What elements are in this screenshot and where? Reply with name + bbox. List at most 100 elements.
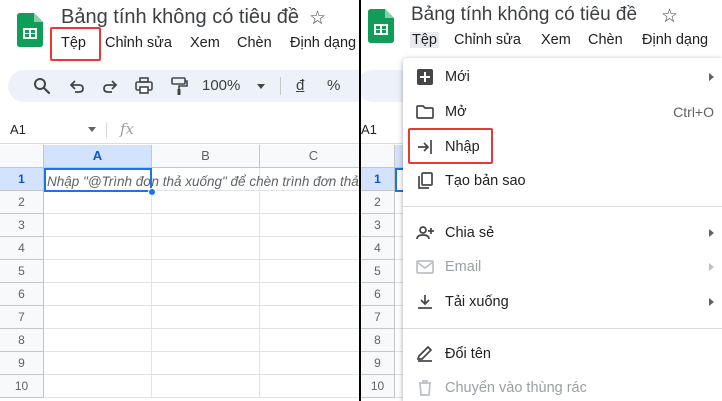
grid-cell[interactable] — [152, 352, 260, 375]
menu-edit[interactable]: Chỉnh sửa — [454, 32, 521, 48]
row-header[interactable]: 6 — [361, 283, 395, 306]
grid-cell[interactable] — [44, 329, 152, 352]
grid-cell[interactable] — [152, 283, 260, 306]
grid-cell[interactable] — [260, 329, 359, 352]
shortcut-text: Ctrl+O — [673, 104, 714, 120]
grid-cell[interactable] — [152, 214, 260, 237]
active-cell-selection[interactable] — [44, 168, 152, 192]
menu-view[interactable]: Xem — [190, 35, 220, 51]
rename-icon — [415, 344, 435, 364]
row-header[interactable]: 10 — [0, 375, 44, 398]
row-header[interactable]: 8 — [361, 329, 395, 352]
row-header[interactable]: 6 — [0, 283, 44, 306]
grid-cell[interactable] — [44, 214, 152, 237]
row-header[interactable]: 8 — [0, 329, 44, 352]
grid-cell[interactable] — [260, 237, 359, 260]
zoom-dropdown-icon[interactable] — [257, 84, 265, 89]
grid-cell[interactable] — [260, 214, 359, 237]
name-box[interactable]: A1 — [10, 122, 26, 137]
menu-item-download[interactable]: Tải xuống — [403, 286, 722, 318]
row-header[interactable]: 10 — [361, 375, 395, 398]
row-header[interactable]: 4 — [0, 237, 44, 260]
menu-view[interactable]: Xem — [541, 32, 571, 48]
row-header[interactable]: 3 — [361, 214, 395, 237]
grid-cell[interactable] — [44, 260, 152, 283]
row-header[interactable]: 3 — [0, 214, 44, 237]
corner-header[interactable] — [361, 145, 395, 168]
row-header[interactable]: 1 — [361, 168, 395, 191]
row-header[interactable]: 5 — [0, 260, 44, 283]
star-icon[interactable]: ☆ — [661, 5, 678, 28]
name-box[interactable]: A1 — [361, 122, 377, 137]
menu-insert[interactable]: Chèn — [588, 32, 623, 48]
row-header[interactable]: 2 — [361, 191, 395, 214]
grid-cell[interactable] — [44, 237, 152, 260]
row-header[interactable]: 2 — [0, 191, 44, 214]
menu-file[interactable]: Tệp — [410, 32, 439, 48]
grid-cell[interactable] — [260, 283, 359, 306]
grid-cell[interactable] — [152, 306, 260, 329]
paint-format-icon[interactable] — [169, 76, 189, 96]
grid-cell[interactable] — [260, 306, 359, 329]
column-header-c[interactable]: C — [260, 145, 359, 168]
grid-cell[interactable] — [260, 260, 359, 283]
grid-cell[interactable] — [152, 237, 260, 260]
grid-cell[interactable] — [44, 306, 152, 329]
grid-cell[interactable] — [44, 352, 152, 375]
row-header[interactable]: 4 — [361, 237, 395, 260]
grid-cell[interactable] — [152, 260, 260, 283]
menu-item-label: Email — [445, 259, 482, 275]
menu-bar: Tệp Chỉnh sửa Xem Chèn Định dạng — [361, 32, 722, 52]
menu-insert[interactable]: Chèn — [237, 35, 272, 51]
grid-cell[interactable] — [152, 329, 260, 352]
fill-handle[interactable] — [148, 188, 156, 196]
menu-item-email[interactable]: Email — [403, 251, 722, 283]
menu-item-make-copy[interactable]: Tạo bản sao — [403, 165, 722, 197]
grid-cell[interactable] — [152, 191, 260, 214]
menu-format[interactable]: Định dạng — [290, 35, 356, 51]
grid-cell[interactable] — [44, 375, 152, 398]
column-header-a[interactable]: A — [44, 145, 152, 168]
row-header[interactable]: 7 — [361, 306, 395, 329]
row-header[interactable]: 5 — [361, 260, 395, 283]
copy-icon — [415, 171, 435, 191]
menu-item-label: Mới — [445, 69, 470, 85]
submenu-arrow-icon — [709, 229, 714, 237]
document-title[interactable]: Bảng tính không có tiêu đề — [411, 4, 637, 26]
undo-icon[interactable] — [67, 76, 87, 96]
zoom-select[interactable]: 100% — [202, 77, 240, 94]
name-box-dropdown-icon[interactable] — [88, 127, 96, 132]
menu-format[interactable]: Định dạng — [642, 32, 708, 48]
highlight-box-import — [408, 128, 493, 164]
menu-item-label: Tải xuống — [445, 294, 509, 310]
corner-header[interactable] — [0, 145, 44, 168]
grid-cell[interactable] — [152, 375, 260, 398]
grid-cell[interactable] — [260, 191, 359, 214]
grid-cell[interactable] — [44, 283, 152, 306]
percent-format-button[interactable]: % — [327, 77, 340, 94]
menu-item-rename[interactable]: Đổi tên — [403, 338, 722, 370]
menu-item-open[interactable]: Mở Ctrl+O — [403, 96, 722, 128]
row-header[interactable]: 1 — [0, 168, 44, 191]
menu-item-share[interactable]: Chia sẻ — [403, 217, 722, 249]
document-title[interactable]: Bảng tính không có tiêu đề — [61, 6, 299, 29]
star-icon[interactable]: ☆ — [309, 7, 326, 30]
currency-format-button[interactable]: đ — [296, 77, 304, 94]
submenu-arrow-icon — [709, 298, 714, 306]
grid-cell[interactable] — [260, 352, 359, 375]
grid-cell[interactable] — [260, 375, 359, 398]
folder-icon — [415, 102, 435, 122]
row-header[interactable]: 7 — [0, 306, 44, 329]
formula-bar: A1 fx — [0, 116, 359, 144]
print-icon[interactable] — [134, 76, 154, 96]
column-header-b[interactable]: B — [152, 145, 260, 168]
redo-icon[interactable] — [100, 76, 120, 96]
menu-item-label: Đổi tên — [445, 346, 491, 362]
row-header[interactable]: 9 — [0, 352, 44, 375]
menu-item-new[interactable]: Mới — [403, 61, 722, 93]
grid-cell[interactable] — [44, 191, 152, 214]
menu-edit[interactable]: Chỉnh sửa — [105, 35, 172, 51]
search-icon[interactable] — [32, 76, 52, 96]
menu-item-move-to-trash[interactable]: Chuyển vào thùng rác — [403, 372, 722, 401]
row-header[interactable]: 9 — [361, 352, 395, 375]
